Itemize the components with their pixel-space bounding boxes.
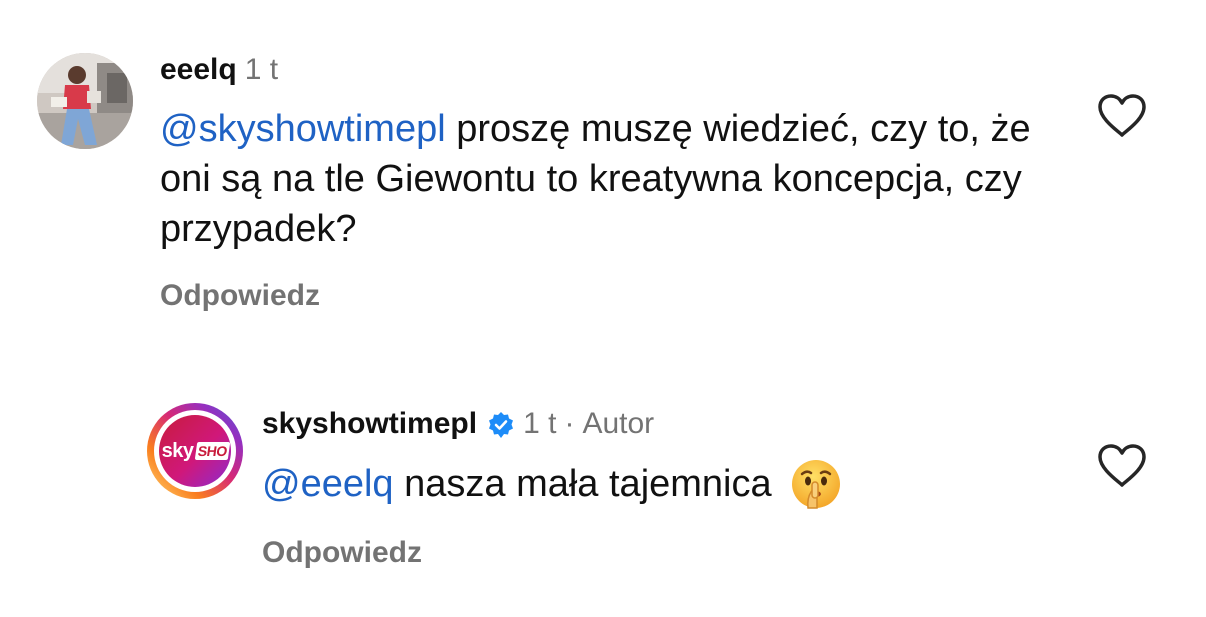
comment-text: @eeelq nasza mała tajemnica [262,458,842,510]
user-photo-avatar [37,53,133,149]
comment-body: nasza mała tajemnica [393,463,772,505]
author-label: Autor [582,407,655,440]
comment-text: @skyshowtimepl proszę muszę wiedzieć, cz… [160,104,1060,254]
logo: sky SHO [161,439,230,463]
comment-header: eeelq 1 t [160,50,278,90]
separator: · [564,407,575,440]
username[interactable]: eeelq [160,53,237,86]
reply-button[interactable]: Odpowiedz [160,276,320,316]
avatar[interactable]: sky SHO [147,403,243,499]
skyshowtime-logo-avatar: sky SHO [159,415,231,487]
logo-badge: SHO [194,442,230,460]
like-button[interactable] [1096,443,1148,489]
comment-header: skyshowtimepl 1 t · Autor [262,404,654,444]
comment-eeelq: eeelq 1 t @skyshowtimepl proszę muszę wie… [0,0,1206,330]
heart-outline-icon [1098,444,1146,487]
verified-badge-icon [487,410,515,438]
timestamp: 1 t [523,407,557,440]
like-button[interactable] [1096,93,1148,139]
reply-button[interactable]: Odpowiedz [262,533,422,573]
heart-outline-icon [1098,94,1146,137]
mention-link[interactable]: @eeelq [262,459,394,509]
avatar[interactable] [37,53,133,149]
story-ring: sky SHO [154,410,236,492]
timestamp: 1 t [244,53,279,86]
username[interactable]: skyshowtimepl [262,404,477,444]
logo-text: sky [161,439,194,462]
mention-link[interactable]: @skyshowtimepl [160,108,446,150]
shushing-face-emoji [790,458,842,510]
